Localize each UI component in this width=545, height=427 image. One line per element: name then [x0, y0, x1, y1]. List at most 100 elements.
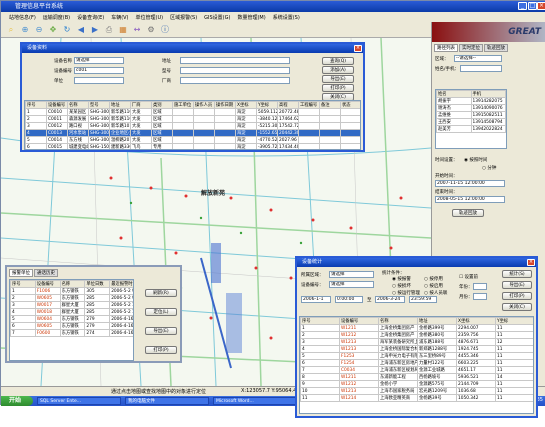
device-no-input[interactable]: c001 [74, 67, 124, 74]
alarm-btn-1[interactable]: 定位(L) [145, 308, 177, 316]
stats-row[interactable]: 9 W1212 金杨小学 金源路575号 2144.709 11 [300, 380, 533, 388]
stats-to-time[interactable]: 23:59:59 [409, 296, 437, 303]
print-icon[interactable]: ⎙ [103, 24, 115, 36]
settings-icon[interactable]: ⚙ [145, 24, 157, 36]
alarm-btn-0[interactable]: 刷新(R) [145, 289, 177, 297]
stats-to-date[interactable]: 2006-3-24 [375, 296, 405, 303]
menu-item-7[interactable]: 数量管理(M) [237, 14, 265, 21]
stats-row[interactable]: 3W1213海军某装备研究所上海军事代表处浦东路188号4876.67112 [300, 338, 533, 346]
stats-option-0[interactable]: ◉ 按报警 [392, 276, 411, 282]
taskbar-item-2[interactable]: Microsoft Word... [213, 397, 297, 405]
contacts-row[interactable]: 谢涛杰 13914090076 [436, 104, 506, 112]
stats-row[interactable]: 1 W1211 上海金桥集团房产 金桥路399号 2294.007 11 [300, 324, 533, 332]
contacts-row[interactable]: 胡振宇 13914282075 [436, 97, 506, 105]
alarm-row[interactable]: 1F1006东方钢铁3052006-5-2 9:40:45 [10, 287, 133, 295]
radio-minute[interactable]: ○ 分钟 [482, 165, 496, 171]
menu-item-4[interactable]: 单位管理(U) [136, 14, 164, 21]
alarm-row[interactable]: 6W0605东方钢铁2792006-4-16 9:52:44 [10, 322, 133, 330]
stats-month-input[interactable] [473, 293, 487, 300]
device-row[interactable]: 6C0015城建变电站SHG-150A建新路330飞鸟专用 海淀-3905.725… [25, 143, 360, 149]
start-button[interactable]: 开始 [1, 396, 33, 406]
stats-row[interactable]: 10 W1213 上海市国家税务局 宏光路1209号 1036.68 11 [300, 387, 533, 395]
device-row[interactable]: 5C0014东方线SHG-3005温柳路2013大发区域 海淀-4770.5242… [25, 136, 360, 144]
menu-item-6[interactable]: GIS设置(G) [204, 14, 230, 21]
menu-item-2[interactable]: 设备查询(E) [77, 14, 104, 21]
menu-item-8[interactable]: 系统设置(S) [273, 14, 300, 21]
stats-row[interactable]: 4W1213上海金桥国际复合材料公司新郑路1288号1924.74511 [300, 345, 533, 353]
rp-tab-0[interactable]: 路径列表 [434, 44, 458, 52]
forward-icon[interactable]: ▶ [89, 24, 101, 36]
stats-year-input[interactable] [473, 283, 487, 290]
device-info-btn-2[interactable]: 导出(E) [322, 75, 354, 83]
maximize-button[interactable]: □ [528, 2, 537, 10]
name-input[interactable] [460, 65, 502, 72]
minimize-button[interactable]: _ [518, 2, 527, 10]
stats-row[interactable]: 8 W1211 东浦新能工程 西杨路坡号 5936.521 14 [300, 373, 533, 381]
alarm-row[interactable]: 5W0604东方钢铁2792006-4-16 9:41:45 [10, 315, 133, 323]
stats-row[interactable]: 7 C0034 上海浦东新区规划局 金源工业城路 4651.17 11 [300, 366, 533, 374]
contacts-row[interactable]: 赵美芳 13942022824 [436, 125, 506, 133]
rp-tab-2[interactable]: 轨迹回放 [484, 44, 508, 52]
stats-option-3[interactable]: ○ 按启用 [424, 283, 443, 289]
alarm-tab-1[interactable]: 通话历史 [34, 269, 58, 277]
stats-row[interactable]: 2 W1212 上海金桥集团房产 金桥路380号 2359.756 11 [300, 331, 533, 339]
device-row[interactable]: 4C0013河水泵站SHG-300a企业地区小湾1008号大发区域 海淀-1552… [25, 129, 360, 137]
stats-close-button[interactable]: × [527, 259, 535, 266]
stats-from-time[interactable]: 0:00:00 [335, 296, 363, 303]
measure-icon[interactable]: ↔ [131, 24, 143, 36]
device-row[interactable]: 3C0012路口视SHG-3005新华路1011号大发区域 海淀-5215.305… [25, 122, 360, 130]
zoom-in-icon[interactable]: ⊕ [19, 24, 31, 36]
stats-btn-3[interactable]: 关闭(C) [502, 303, 532, 311]
factory-input[interactable] [180, 77, 290, 84]
menu-item-1[interactable]: 运输调度(B) [43, 14, 70, 21]
info-icon[interactable]: ⓘ [159, 24, 171, 36]
device-info-close-button[interactable]: × [354, 45, 362, 52]
stats-option-2[interactable]: ○ 按损坏 [392, 283, 411, 289]
device-name-select[interactable]: 请选择 [74, 57, 124, 64]
pan-icon[interactable]: ✥ [47, 24, 59, 36]
rp-tab-1[interactable]: 实时定位 [459, 44, 483, 52]
device-row[interactable]: 1C0010某某园区SHG-3005新华路1102号-1/5号大发区域 海淀505… [25, 108, 360, 116]
playback-button[interactable]: 轨迹回放 [452, 209, 484, 217]
alarm-row[interactable]: 2W0605东方钢铁2852006-5-2 9:56:45 [10, 294, 133, 302]
layers-icon[interactable]: ▦ [117, 24, 129, 36]
stats-option-1[interactable]: ○ 按停用 [424, 276, 443, 282]
region-select[interactable]: --请选择-- [454, 55, 502, 62]
menu-item-0[interactable]: 站地信息(F) [9, 14, 36, 21]
close-button[interactable]: × [537, 2, 545, 10]
stats-btn-2[interactable]: 打印(P) [502, 292, 532, 300]
device-info-btn-0[interactable]: 查询(Q) [322, 57, 354, 65]
stats-limit-checkbox[interactable]: ☐ 设置前 [459, 274, 478, 280]
alarm-tab-0[interactable]: 报警单位 [9, 269, 33, 277]
contacts-row[interactable]: 王西安 13914508794 [436, 118, 506, 126]
zoom-out-icon[interactable]: ⊖ [33, 24, 45, 36]
alarm-btn-3[interactable]: 打印(P) [145, 346, 177, 354]
menu-item-5[interactable]: 区域报警(S) [170, 14, 197, 21]
device-row[interactable]: 2C0011森源发展SHG-3005新华路1104号乙丙大发区域 海淀-3840.… [25, 115, 360, 123]
back-icon[interactable]: ◀ [75, 24, 87, 36]
contacts-row[interactable]: 孟维维 13915082511 [436, 111, 506, 119]
taskbar-item-0[interactable]: SQL Server Ente... [37, 397, 121, 405]
alarm-btn-2[interactable]: 导出(E) [145, 327, 177, 335]
refresh-icon[interactable]: ↻ [61, 24, 73, 36]
stats-row[interactable]: 11 W1214 上海欧亚精英商 金杨路39号 1050.342 11 [300, 394, 533, 402]
menu-item-3[interactable]: 车辆(V) [111, 14, 128, 21]
model-input[interactable] [180, 67, 290, 74]
stats-device-select[interactable]: 请选择 [329, 281, 374, 288]
stats-row[interactable]: 5F1253上海申光力电子有限公司东三里桥89号4455.34611 [300, 352, 533, 360]
start-time-input[interactable]: 2007-11-15 12:00:00 [435, 180, 505, 187]
radio-by-time[interactable]: ◉ 按照时间 [464, 157, 487, 163]
stats-from-date[interactable]: 2006-1-1 [301, 296, 331, 303]
alarm-row[interactable]: 3W0017群星大厦2852006-5-2 12:13:46 [10, 301, 133, 309]
stats-row[interactable]: 6F1254上海浦东新区房地产开发有限公司力量村122号6603.22511 [300, 359, 533, 367]
search-icon[interactable]: ⌕ [5, 24, 17, 36]
unit-input[interactable] [74, 77, 124, 84]
device-info-btn-3[interactable]: 打印(P) [322, 84, 354, 92]
stats-btn-0[interactable]: 统计(S) [502, 270, 532, 278]
address-input[interactable] [180, 57, 290, 64]
taskbar-item-1[interactable]: 我的电脑文件 [125, 397, 209, 405]
alarm-row[interactable]: 7F0600东方钢铁2742006-4-16 9:54:44 [10, 329, 133, 337]
end-time-input[interactable]: 2008-05-15 12:00:00 [435, 196, 505, 203]
alarm-row[interactable]: 4W0018群星大厦2852006-5-2 12:21:56 [10, 308, 133, 316]
stats-region-select[interactable]: 请选择 [329, 271, 374, 278]
